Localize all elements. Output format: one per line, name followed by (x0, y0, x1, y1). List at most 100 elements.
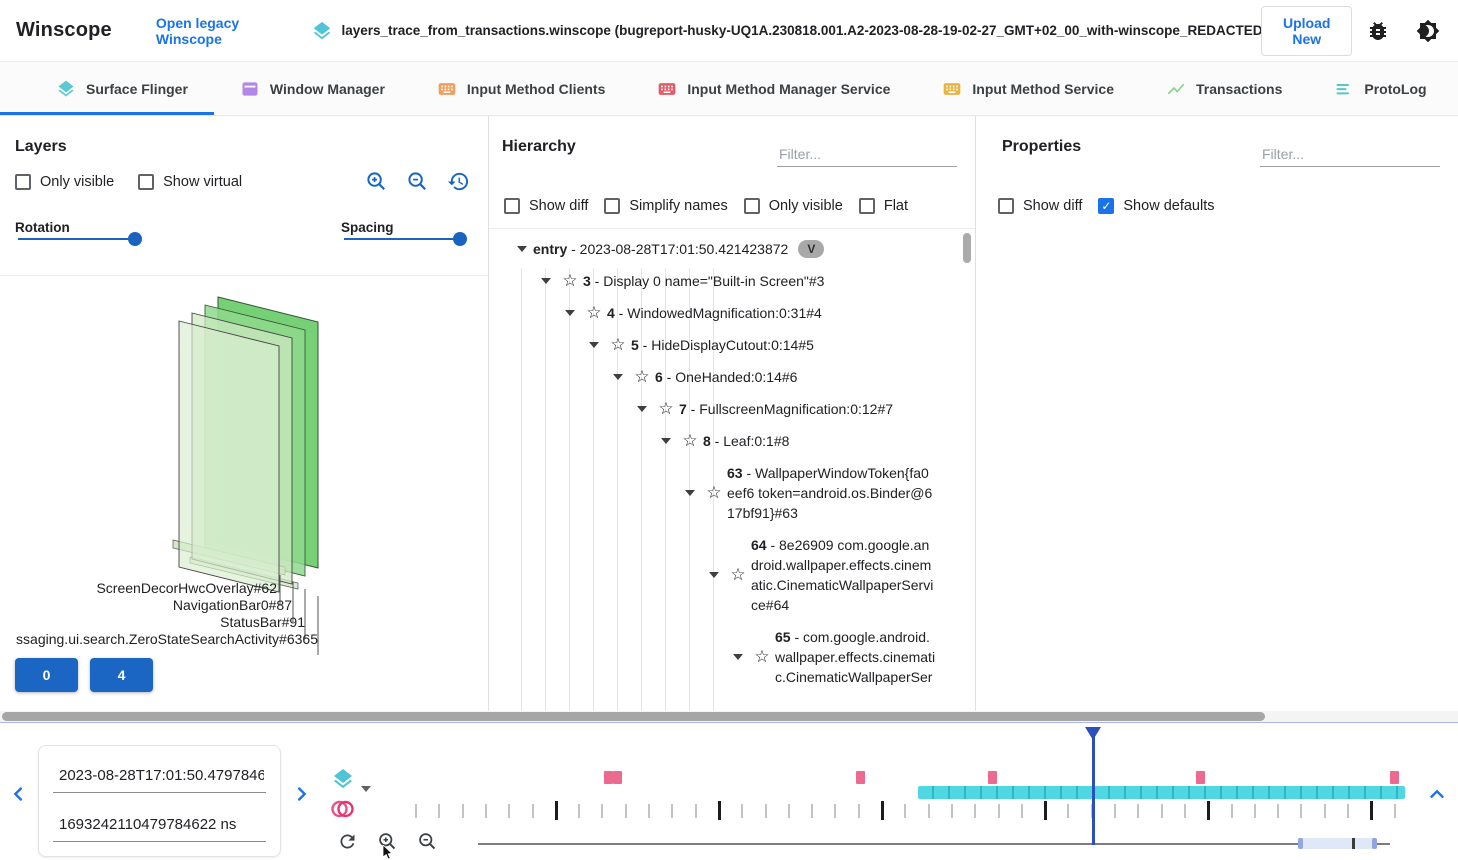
open-legacy-link[interactable]: Open legacy Winscope (156, 15, 276, 47)
transition-marker[interactable] (613, 771, 622, 784)
checkbox-box[interactable] (15, 174, 31, 190)
tab-surface-flinger[interactable]: Surface Flinger (0, 62, 214, 115)
bug-report-icon[interactable] (1366, 19, 1390, 43)
flat-checkbox[interactable]: Flat (859, 198, 908, 214)
refresh-icon[interactable] (337, 831, 358, 857)
spacing-slider-thumb[interactable] (453, 232, 467, 246)
next-entry-button[interactable] (290, 783, 312, 805)
checkbox-box[interactable] (998, 198, 1014, 214)
star-icon[interactable]: ☆ (653, 399, 679, 419)
zoom-out-icon[interactable] (417, 831, 438, 857)
tree-node[interactable]: ☆8 - Leaf:0:1#8 (489, 425, 961, 457)
tree-node[interactable]: ☆7 - FullscreenMagnification:0:12#7 (489, 393, 961, 425)
transition-marker[interactable] (988, 771, 997, 784)
star-icon[interactable]: ☆ (581, 303, 607, 323)
transition-marker[interactable] (1390, 771, 1399, 784)
spacing-slider[interactable] (344, 238, 460, 240)
star-icon[interactable]: ☆ (725, 565, 751, 585)
tree-node-label: 8 - Leaf:0:1#8 (703, 431, 789, 451)
display-button-4[interactable]: 4 (90, 658, 153, 692)
checkbox-box[interactable] (604, 198, 620, 214)
properties-filter-input[interactable] (1260, 142, 1440, 167)
zoom-in-icon[interactable] (365, 170, 388, 198)
nanosecond-time-input[interactable] (53, 810, 266, 842)
tree-node[interactable]: ☆6 - OneHanded:0:14#6 (489, 361, 961, 393)
surface-flinger-layers-icon[interactable] (331, 767, 355, 796)
timeline-tick (671, 804, 673, 818)
caret-down-icon[interactable] (559, 310, 581, 316)
previous-entry-button[interactable] (8, 783, 30, 805)
star-icon[interactable]: ☆ (749, 647, 775, 667)
transition-marker[interactable] (604, 771, 613, 784)
surface-flinger-trace-track[interactable] (918, 786, 1405, 799)
only-visible-checkbox[interactable]: Only visible (15, 174, 114, 190)
tab-protolog[interactable]: ProtoLog (1308, 62, 1452, 115)
caret-down-icon[interactable] (511, 246, 533, 252)
checkbox-box[interactable] (1098, 198, 1114, 214)
hierarchy-filter-input[interactable] (777, 142, 957, 167)
transitions-icon[interactable] (331, 797, 355, 826)
timeline-tick (741, 804, 743, 818)
tree-node-label: entry - 2023-08-28T17:01:50.421423872 (533, 239, 788, 259)
tab-window-manager[interactable]: Window Manager (214, 62, 411, 115)
zoom-range-selection[interactable] (1298, 838, 1377, 849)
transition-marker[interactable] (1196, 771, 1205, 784)
zoom-range-line[interactable] (478, 843, 1390, 845)
tree-node[interactable]: ☆3 - Display 0 name="Built-in Screen"#3 (489, 265, 961, 297)
range-handle-left[interactable] (1298, 838, 1303, 849)
checkbox-box[interactable] (504, 198, 520, 214)
tree-node[interactable]: ☆4 - WindowedMagnification:0:31#4 (489, 297, 961, 329)
caret-down-icon[interactable] (655, 438, 677, 444)
reset-view-icon[interactable] (447, 170, 470, 198)
show-virtual-checkbox[interactable]: Show virtual (138, 174, 242, 190)
star-icon[interactable]: ☆ (701, 483, 727, 503)
caret-down-icon[interactable] (631, 406, 653, 412)
upload-new-button[interactable]: Upload New (1261, 6, 1352, 56)
trace-selector-caret-icon[interactable] (361, 786, 371, 792)
show-diff-checkbox[interactable]: Show diff (998, 198, 1082, 214)
simplify-names-checkbox[interactable]: Simplify names (604, 198, 727, 214)
human-time-input[interactable] (53, 761, 266, 793)
checkbox-box[interactable] (859, 198, 875, 214)
tab-input-method-clients[interactable]: Input Method Clients (411, 62, 631, 115)
show-defaults-checkbox[interactable]: Show defaults (1098, 198, 1214, 214)
star-icon[interactable]: ☆ (557, 271, 583, 291)
horizontal-scrollbar-track[interactable] (0, 711, 1458, 722)
tree-node[interactable]: ☆63 - WallpaperWindowToken{fa0eef6 token… (489, 457, 961, 529)
show-diff-checkbox[interactable]: Show diff (504, 198, 588, 214)
caret-down-icon[interactable] (583, 342, 605, 348)
tab-input-method-manager-service[interactable]: Input Method Manager Service (631, 62, 916, 115)
tree-node[interactable]: ☆64 - 8e26909 com.google.android.wallpap… (489, 529, 961, 621)
tab-tra[interactable]: Tra (1453, 62, 1458, 115)
hierarchy-scrollbar[interactable] (963, 233, 971, 263)
dark-mode-icon[interactable] (1416, 19, 1440, 43)
caret-down-icon[interactable] (535, 278, 557, 284)
star-icon[interactable]: ☆ (677, 431, 703, 451)
timeline-playhead[interactable] (1092, 728, 1095, 845)
display-button-0[interactable]: 0 (15, 658, 78, 692)
caret-down-icon[interactable] (607, 374, 629, 380)
tab-input-method-service[interactable]: Input Method Service (916, 62, 1140, 115)
layer-rect[interactable] (179, 321, 279, 592)
range-handle-right[interactable] (1372, 838, 1377, 849)
checkbox-box[interactable] (744, 198, 760, 214)
caret-down-icon[interactable] (679, 490, 701, 496)
timeline-tick (1207, 801, 1210, 820)
tree-node[interactable]: entry - 2023-08-28T17:01:50.421423872V (489, 233, 961, 265)
star-icon[interactable]: ☆ (629, 367, 655, 387)
caret-down-icon[interactable] (727, 654, 749, 660)
transition-marker[interactable] (856, 771, 865, 784)
only-visible-checkbox[interactable]: Only visible (744, 198, 843, 214)
timeline-tick (1347, 804, 1349, 818)
zoom-out-icon[interactable] (406, 170, 429, 198)
tab-transactions[interactable]: Transactions (1140, 62, 1308, 115)
rotation-slider-thumb[interactable] (128, 232, 142, 246)
caret-down-icon[interactable] (703, 572, 725, 578)
star-icon[interactable]: ☆ (605, 335, 631, 355)
tree-node[interactable]: ☆65 - com.google.android.wallpaper.effec… (489, 621, 961, 693)
tree-node[interactable]: ☆5 - HideDisplayCutout:0:14#5 (489, 329, 961, 361)
collapse-timeline-button[interactable] (1426, 783, 1448, 805)
checkbox-box[interactable] (138, 174, 154, 190)
rotation-slider[interactable] (18, 238, 135, 240)
horizontal-scrollbar-thumb[interactable] (2, 712, 1265, 721)
